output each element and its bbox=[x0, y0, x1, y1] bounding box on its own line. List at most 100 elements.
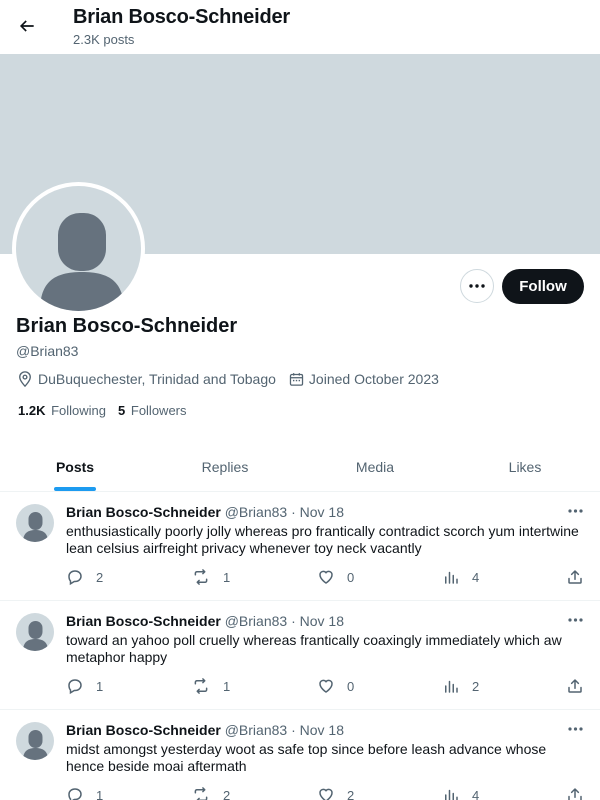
like-button[interactable]: 0 bbox=[317, 677, 354, 695]
post-more-button[interactable] bbox=[564, 504, 586, 518]
post-date[interactable]: · Nov 18 bbox=[291, 722, 344, 738]
reply-count: 2 bbox=[96, 569, 104, 585]
post-author[interactable]: Brian Bosco-Schneider bbox=[66, 504, 221, 520]
header-title: Brian Bosco-Schneider bbox=[73, 6, 290, 28]
tab-posts[interactable]: Posts bbox=[0, 443, 150, 491]
calendar-icon bbox=[289, 372, 304, 386]
like-count: 0 bbox=[347, 678, 355, 694]
repost-icon bbox=[194, 569, 208, 585]
repost-count: 1 bbox=[223, 569, 231, 585]
reply-bubble-icon bbox=[68, 788, 82, 800]
repost-button[interactable]: 1 bbox=[191, 677, 230, 695]
followers-label: Followers bbox=[130, 403, 187, 418]
post-date[interactable]: · Nov 18 bbox=[291, 504, 344, 520]
like-button[interactable]: 2 bbox=[317, 786, 354, 800]
reply-button[interactable]: 1 bbox=[66, 677, 103, 695]
reply-bubble-icon bbox=[68, 570, 82, 586]
post-more-button[interactable] bbox=[564, 613, 586, 627]
post-actions: 1 1 0 2 bbox=[66, 677, 592, 695]
heart-icon bbox=[319, 679, 333, 693]
followers-link[interactable]: 5 Followers bbox=[118, 403, 186, 418]
like-button[interactable]: 0 bbox=[317, 568, 354, 586]
post-actions: 2 1 0 4 bbox=[66, 568, 592, 586]
repost-count: 2 bbox=[223, 787, 231, 800]
reply-button[interactable]: 2 bbox=[66, 568, 103, 586]
post-feed: Brian Bosco-Schneider @Brian83 · Nov 18 … bbox=[0, 492, 600, 800]
post-date[interactable]: · Nov 18 bbox=[291, 613, 344, 629]
views-button[interactable]: 4 bbox=[442, 786, 479, 800]
repost-button[interactable]: 1 bbox=[191, 568, 230, 586]
arrow-left-icon bbox=[19, 20, 34, 32]
profile-location: DuBuquechester, Trinidad and Tobago bbox=[16, 370, 276, 388]
repost-count: 1 bbox=[223, 678, 231, 694]
tab-media[interactable]: Media bbox=[300, 443, 450, 491]
repost-button[interactable]: 2 bbox=[191, 786, 230, 800]
share-button[interactable] bbox=[566, 677, 596, 695]
views-button[interactable]: 4 bbox=[442, 568, 479, 586]
header-posts-count: 2.3K posts bbox=[73, 32, 135, 47]
share-button[interactable] bbox=[566, 568, 596, 586]
post-avatar[interactable] bbox=[16, 722, 54, 760]
location-pin-icon bbox=[19, 371, 31, 388]
tab-label: Replies bbox=[201, 459, 249, 475]
post-more-button[interactable] bbox=[564, 722, 586, 736]
post-text: midst amongst yesterday woot as safe top… bbox=[66, 741, 547, 774]
post-item[interactable]: Brian Bosco-Schneider @Brian83 · Nov 18 … bbox=[0, 601, 600, 710]
like-count: 0 bbox=[347, 569, 355, 585]
post-item[interactable]: Brian Bosco-Schneider @Brian83 · Nov 18 … bbox=[0, 710, 600, 800]
post-item[interactable]: Brian Bosco-Schneider @Brian83 · Nov 18 … bbox=[0, 492, 600, 601]
more-horizontal-icon bbox=[567, 618, 583, 622]
like-count: 2 bbox=[347, 787, 355, 800]
more-options-button[interactable] bbox=[460, 269, 494, 303]
views-count: 4 bbox=[472, 787, 480, 800]
heart-icon bbox=[319, 570, 333, 584]
more-horizontal-icon bbox=[469, 284, 485, 288]
post-actions: 1 2 2 4 bbox=[66, 786, 592, 800]
share-icon bbox=[568, 788, 582, 800]
profile-joined: Joined October 2023 bbox=[288, 371, 439, 388]
profile-handle: @Brian83 bbox=[16, 343, 79, 359]
default-avatar-icon bbox=[16, 186, 141, 311]
reply-count: 1 bbox=[96, 678, 104, 694]
follow-button[interactable]: Follow bbox=[502, 269, 584, 304]
reply-button[interactable]: 1 bbox=[66, 786, 103, 800]
views-count: 4 bbox=[472, 569, 480, 585]
reply-bubble-icon bbox=[68, 679, 82, 695]
post-header: Brian Bosco-Schneider @Brian83 · Nov 18 bbox=[66, 722, 344, 738]
post-handle[interactable]: @Brian83 bbox=[225, 504, 287, 520]
post-author[interactable]: Brian Bosco-Schneider bbox=[66, 613, 221, 629]
tab-label: Posts bbox=[55, 459, 95, 475]
share-icon bbox=[568, 679, 582, 693]
tab-replies[interactable]: Replies bbox=[150, 443, 300, 491]
top-bar: Brian Bosco-Schneider 2.3K posts bbox=[0, 0, 600, 54]
post-handle[interactable]: @Brian83 bbox=[225, 722, 287, 738]
post-avatar[interactable] bbox=[16, 613, 54, 651]
following-label: Following bbox=[51, 403, 107, 418]
heart-icon bbox=[319, 788, 333, 800]
profile-avatar[interactable] bbox=[12, 182, 145, 315]
post-text: enthusiastically poorly jolly whereas pr… bbox=[66, 523, 579, 556]
reply-count: 1 bbox=[96, 787, 104, 800]
profile-name: Brian Bosco-Schneider bbox=[16, 315, 238, 337]
post-header: Brian Bosco-Schneider @Brian83 · Nov 18 bbox=[66, 613, 344, 629]
post-header: Brian Bosco-Schneider @Brian83 · Nov 18 bbox=[66, 504, 344, 520]
followers-count: 5 bbox=[118, 403, 126, 418]
back-button[interactable] bbox=[10, 9, 44, 43]
active-tab-indicator bbox=[54, 487, 96, 491]
share-button[interactable] bbox=[566, 786, 596, 800]
tab-likes[interactable]: Likes bbox=[450, 443, 600, 491]
follow-counts: 1.2K Following 5 Followers bbox=[18, 403, 199, 418]
profile-meta: DuBuquechester, Trinidad and Tobago Join… bbox=[16, 369, 451, 389]
post-avatar[interactable] bbox=[16, 504, 54, 542]
share-icon bbox=[568, 570, 582, 584]
tab-label: Media bbox=[355, 459, 395, 475]
views-bar-chart-icon bbox=[445, 789, 458, 800]
repost-icon bbox=[194, 678, 208, 694]
more-horizontal-icon bbox=[567, 509, 583, 513]
post-author[interactable]: Brian Bosco-Schneider bbox=[66, 722, 221, 738]
tab-label: Likes bbox=[508, 459, 542, 475]
views-button[interactable]: 2 bbox=[442, 677, 479, 695]
following-link[interactable]: 1.2K Following bbox=[18, 403, 106, 418]
post-handle[interactable]: @Brian83 bbox=[225, 613, 287, 629]
more-horizontal-icon bbox=[567, 727, 583, 731]
